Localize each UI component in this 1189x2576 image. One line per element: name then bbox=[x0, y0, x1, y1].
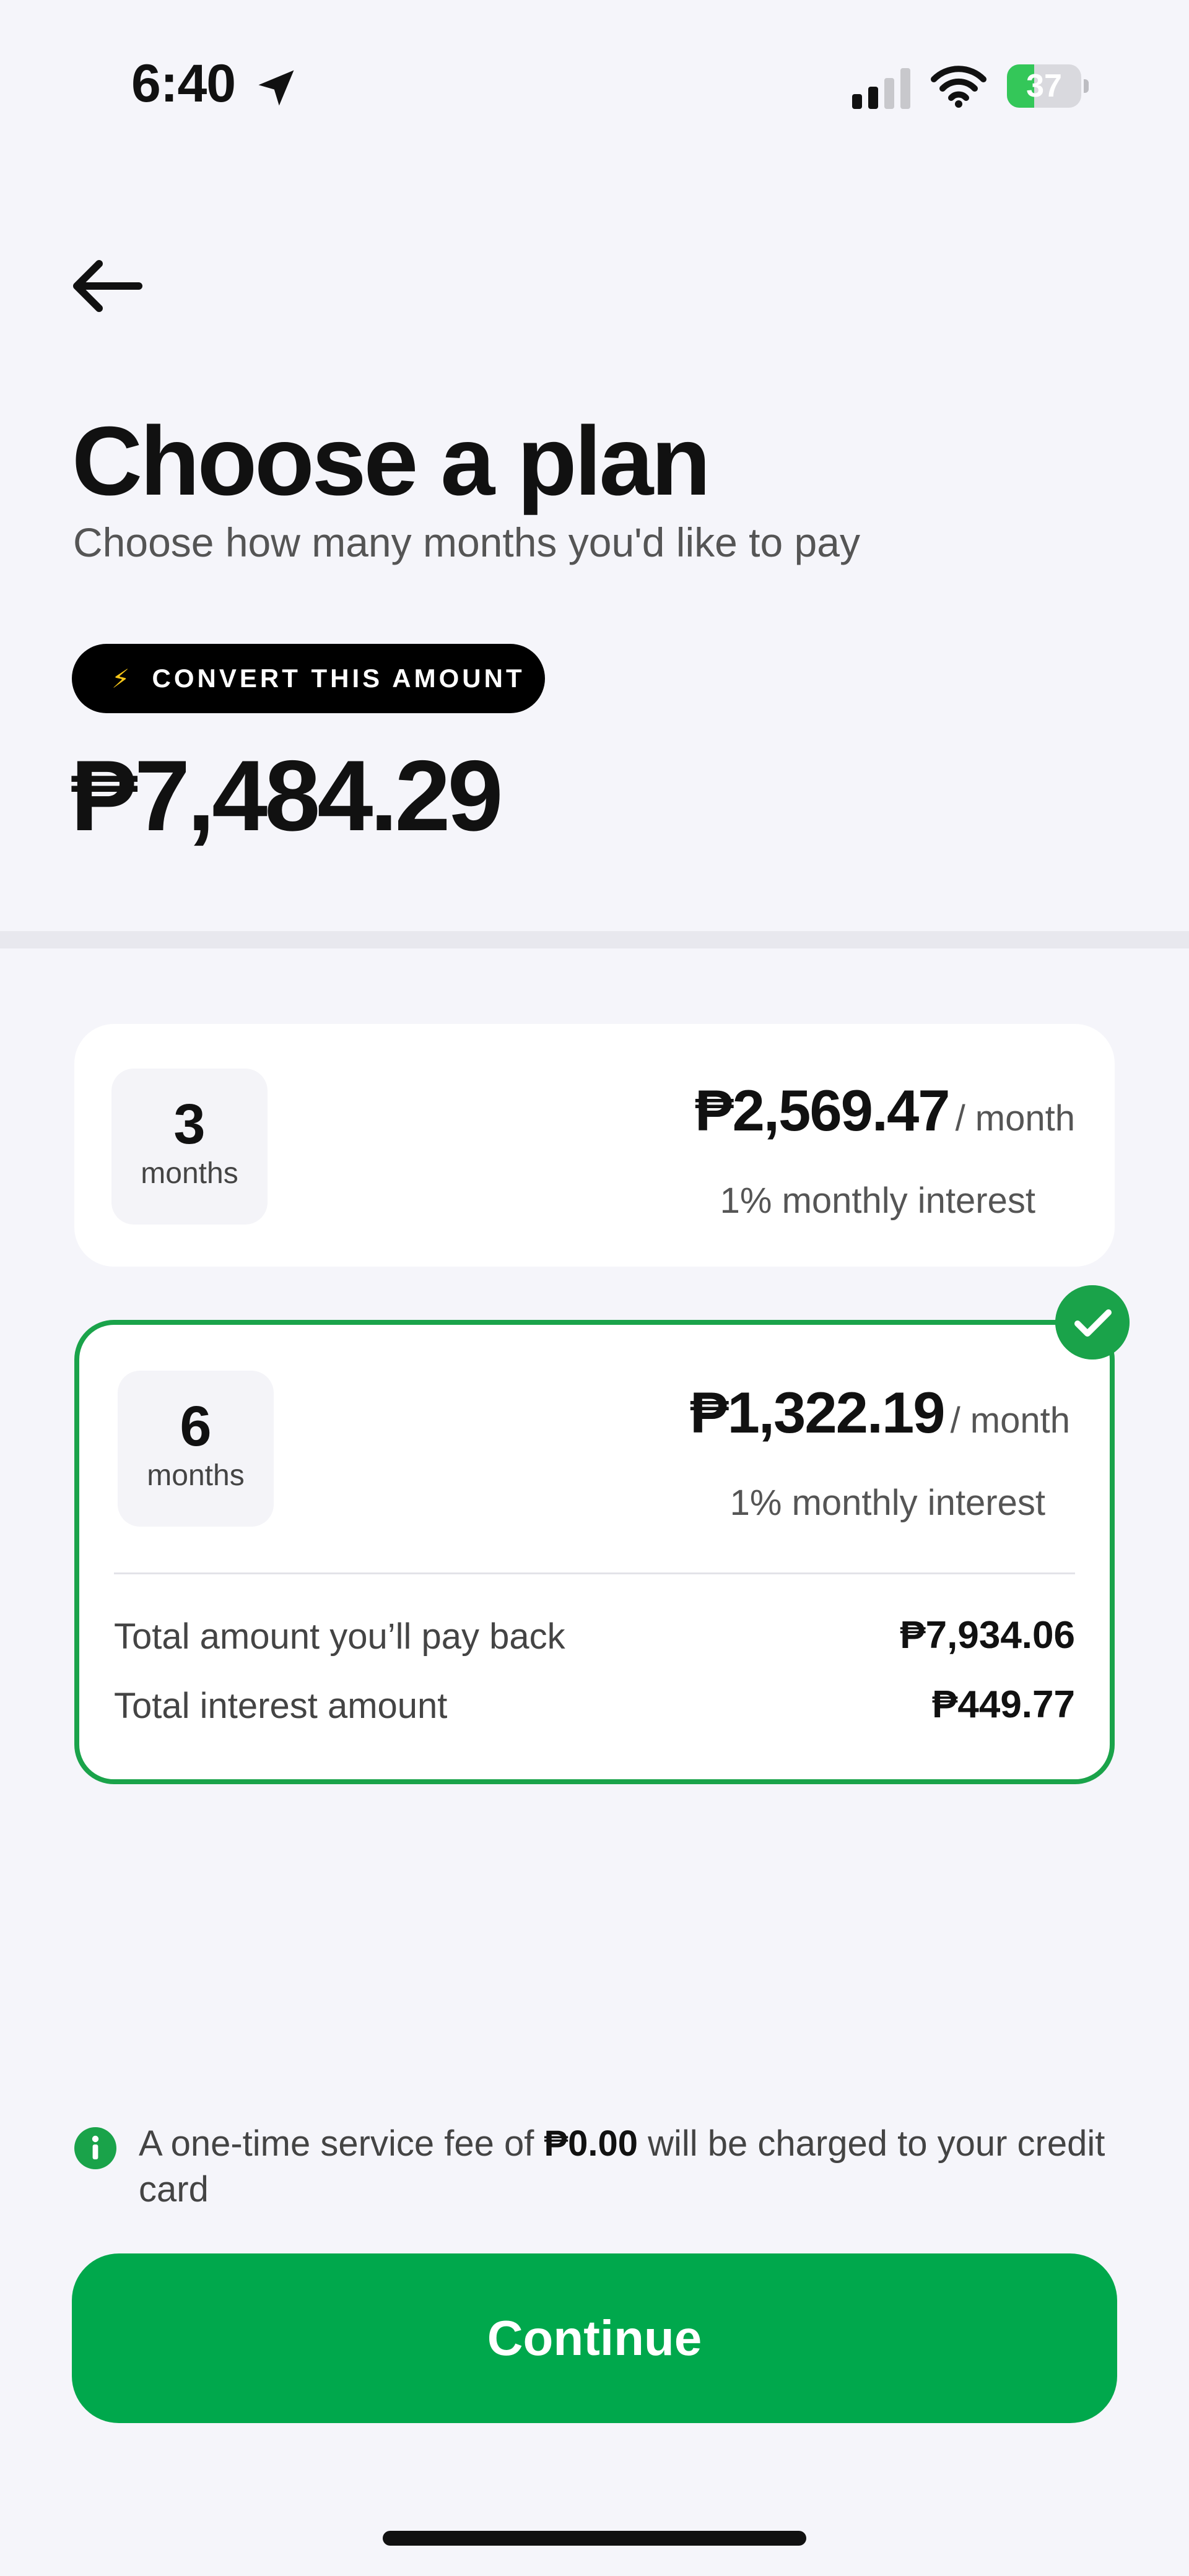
info-icon bbox=[74, 2127, 116, 2169]
selected-check-icon bbox=[1055, 1285, 1130, 1360]
plan-price-row: ₱2,569.47/ month bbox=[695, 1077, 1075, 1144]
plan-card-6-months[interactable]: 6 months ₱1,322.19/ month 1% monthly int… bbox=[74, 1320, 1115, 1784]
lightning-icon: ⚡ bbox=[111, 664, 130, 693]
months-box: 6 months bbox=[118, 1371, 274, 1527]
plan-interest-rate: 1% monthly interest bbox=[720, 1181, 1035, 1221]
total-payback-value: ₱7,934.06 bbox=[900, 1614, 1075, 1657]
service-fee-notice: A one-time service fee of ₱0.00 will be … bbox=[139, 2121, 1130, 2213]
section-divider bbox=[0, 931, 1189, 948]
plan-per-month: / month bbox=[950, 1400, 1070, 1441]
status-time: 6:40 bbox=[131, 54, 236, 113]
convert-amount: ₱7,484.29 bbox=[71, 740, 503, 852]
convert-label: CONVERT THIS AMOUNT bbox=[152, 664, 525, 693]
plan-monthly-price: ₱1,322.19 bbox=[689, 1380, 946, 1445]
page-subtitle: Choose how many months you'd like to pay bbox=[73, 519, 860, 565]
total-interest-label: Total interest amount bbox=[114, 1686, 448, 1726]
plan-months-number: 3 bbox=[173, 1093, 206, 1156]
arrow-left-icon[interactable] bbox=[69, 256, 144, 316]
battery-charging-icon: 37 bbox=[1007, 64, 1089, 108]
plan-card-3-months[interactable]: 3 months ₱2,569.47/ month 1% monthly int… bbox=[74, 1024, 1115, 1267]
notice-text-before: A one-time service fee of bbox=[139, 2123, 544, 2164]
notice-fee: ₱0.00 bbox=[544, 2123, 638, 2164]
convert-amount-badge: ⚡ CONVERT THIS AMOUNT bbox=[72, 644, 545, 713]
plan-monthly-price: ₱2,569.47 bbox=[694, 1078, 951, 1143]
continue-button[interactable]: Continue bbox=[72, 2253, 1117, 2423]
plan-months-label: months bbox=[147, 1459, 245, 1492]
battery-level: 37 bbox=[1026, 68, 1062, 104]
plan-interest-rate: 1% monthly interest bbox=[730, 1483, 1045, 1523]
plan-months-number: 6 bbox=[180, 1395, 212, 1458]
cellular-signal-icon bbox=[852, 68, 910, 109]
location-arrow-icon bbox=[258, 70, 294, 106]
plan-per-month: / month bbox=[955, 1098, 1075, 1138]
card-divider bbox=[114, 1572, 1075, 1574]
total-payback-label: Total amount you’ll pay back bbox=[114, 1616, 565, 1657]
wifi-icon bbox=[931, 66, 986, 108]
home-indicator[interactable] bbox=[383, 2531, 806, 2546]
plan-price-row: ₱1,322.19/ month bbox=[690, 1379, 1070, 1446]
months-box: 3 months bbox=[111, 1069, 268, 1225]
plan-months-label: months bbox=[141, 1157, 238, 1190]
page-title: Choose a plan bbox=[72, 407, 711, 516]
total-interest-value: ₱449.77 bbox=[932, 1683, 1075, 1726]
